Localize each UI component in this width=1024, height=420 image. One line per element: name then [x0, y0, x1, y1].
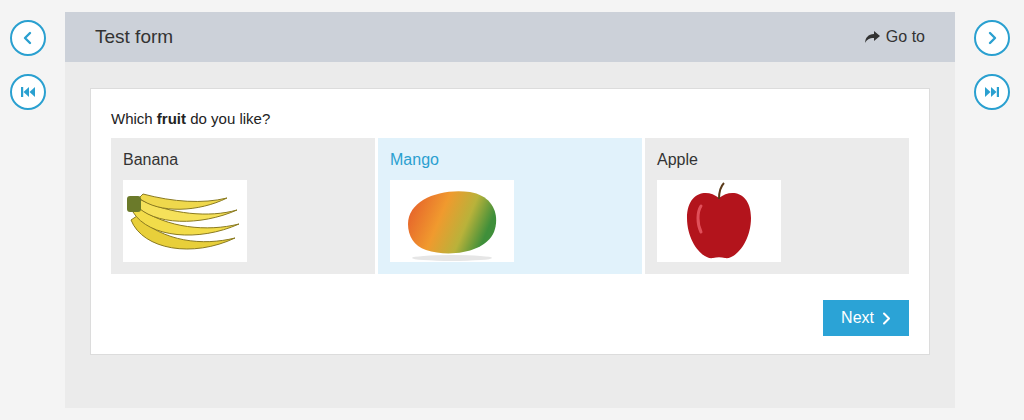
- share-arrow-icon: [864, 30, 881, 44]
- form-panel: Test form Go to Which fruit do you like?…: [65, 12, 955, 408]
- option-label: Apple: [657, 150, 897, 170]
- question-part: do you like?: [186, 110, 270, 127]
- question-card: Which fruit do you like? Banana Mango Appl…: [90, 88, 930, 355]
- goto-label: Go to: [886, 25, 925, 49]
- banana-picture: [123, 180, 247, 262]
- question-text: Which fruit do you like?: [111, 109, 909, 129]
- chevron-left-icon: [21, 31, 35, 45]
- chevron-right-icon: [882, 312, 891, 325]
- first-page-button[interactable]: [10, 74, 46, 110]
- skip-to-start-icon: [20, 85, 36, 99]
- header-bar: Test form Go to: [65, 12, 955, 62]
- option-picture: [657, 180, 781, 262]
- chevron-right-icon: [985, 31, 999, 45]
- previous-button[interactable]: [10, 20, 46, 56]
- goto-button[interactable]: Go to: [864, 25, 925, 49]
- option-picture: [390, 180, 514, 262]
- next-page-button[interactable]: [974, 20, 1010, 56]
- form-title: Test form: [95, 23, 173, 52]
- option-picture: [123, 180, 247, 262]
- option-label: Mango: [390, 150, 630, 170]
- option-card[interactable]: Apple: [645, 138, 909, 274]
- next-label: Next: [841, 306, 874, 330]
- option-card[interactable]: Banana: [111, 138, 375, 274]
- option-card[interactable]: Mango: [378, 138, 642, 274]
- mango-picture: [390, 180, 514, 262]
- option-label: Banana: [123, 150, 363, 170]
- question-part: Which: [111, 110, 157, 127]
- next-button[interactable]: Next: [823, 300, 909, 336]
- question-part: fruit: [157, 110, 186, 127]
- apple-picture: [657, 180, 781, 262]
- last-page-button[interactable]: [974, 74, 1010, 110]
- skip-to-end-icon: [984, 85, 1000, 99]
